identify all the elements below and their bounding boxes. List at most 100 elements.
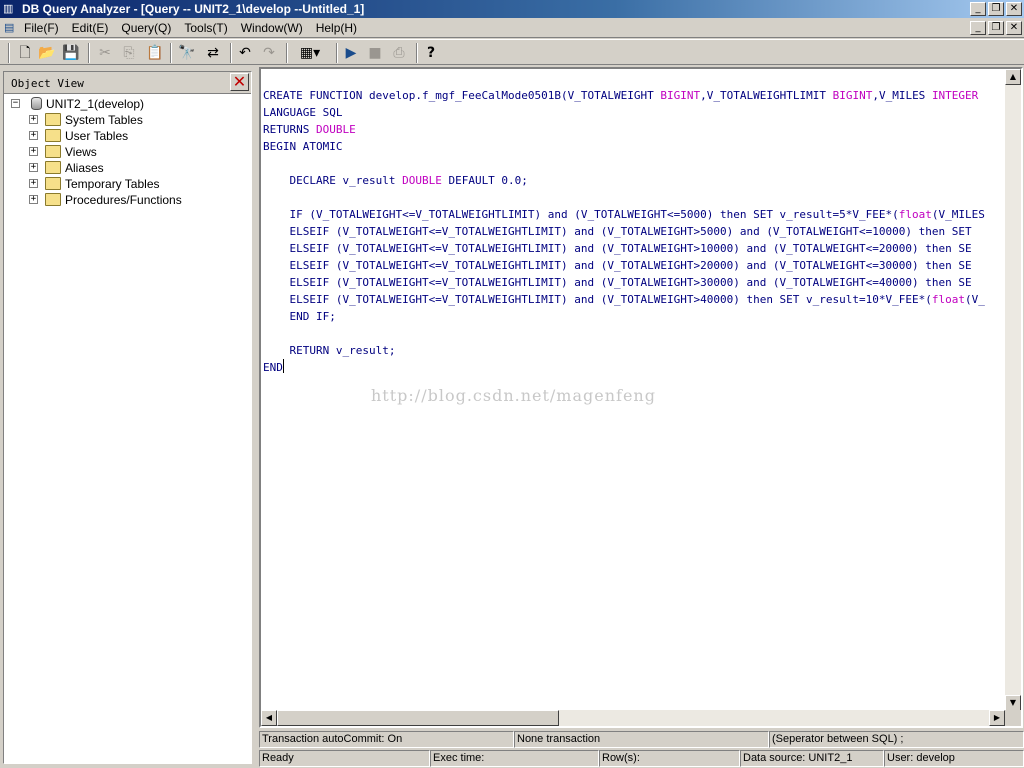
help-icon[interactable]: ? [420,42,442,64]
toolbar-separator [88,43,90,63]
sql-token: ,V_TOTALWEIGHTLIMIT [700,89,833,102]
horizontal-scrollbar[interactable]: ◀ ▶ [261,710,1005,726]
query-document-icon[interactable]: ▤ [4,21,18,35]
menu-help[interactable]: Help(H) [316,21,357,35]
close-panel-icon[interactable]: ✕ [230,73,249,91]
copy-icon[interactable]: ⎘ [118,42,140,64]
undo-icon[interactable]: ↶ [234,42,256,64]
object-view-panel: Object View ✕ − UNIT2_1(develop) + Syste… [3,71,252,764]
sql-token: IF (V_TOTALWEIGHT<=V_TOTALWEIGHTLIMIT) a… [263,208,899,221]
toolbar-separator [170,43,172,63]
sql-token: BEGIN ATOMIC [263,140,343,153]
menu-bar: ▤ File(F) Edit(E) Query(Q) Tools(T) Wind… [0,18,1024,38]
scroll-up-icon[interactable]: ▲ [1005,69,1021,85]
menu-edit[interactable]: Edit(E) [72,21,109,35]
scroll-right-icon[interactable]: ▶ [989,710,1005,726]
parse-icon[interactable]: ⎙ [388,42,410,64]
cut-icon[interactable]: ✂ [94,42,116,64]
expand-icon[interactable]: + [29,195,38,204]
transaction-status-bar: Transaction autoCommit: On None transact… [259,731,1024,749]
code-line: ELSEIF (V_TOTALWEIGHT<=V_TOTALWEIGHTLIMI… [263,240,1005,257]
replace-icon[interactable]: ⇄ [202,42,224,64]
code-line: LANGUAGE SQL [263,104,1005,121]
sql-token: DECLARE v_result [263,174,403,187]
save-icon[interactable]: 💾 [60,42,82,64]
code-line: RETURNS DOUBLE [263,121,1005,138]
open-folder-icon[interactable]: 📂 [36,42,58,64]
autocommit-status: Transaction autoCommit: On [259,731,514,748]
sql-token: ELSEIF (V_TOTALWEIGHT<=V_TOTALWEIGHTLIMI… [263,293,932,306]
sql-editor[interactable]: CREATE FUNCTION develop.f_mgf_FeeCalMode… [259,67,1023,728]
scroll-left-icon[interactable]: ◀ [261,710,277,726]
close-button[interactable]: ✕ [1006,2,1022,16]
restore-button[interactable]: ❐ [988,2,1004,16]
status-bar: Ready Exec time: Row(s): Data source: UN… [257,750,1024,768]
code-line: END [263,359,1005,376]
toolbar-separator [416,43,418,63]
sql-token: ELSEIF (V_TOTALWEIGHT<=V_TOTALWEIGHTLIMI… [263,225,972,238]
tree-item-label: System Tables [65,113,143,127]
code-line: CREATE FUNCTION develop.f_mgf_FeeCalMode… [263,87,1005,104]
menu-tools[interactable]: Tools(T) [184,21,227,35]
toolbar-separator [286,43,288,63]
folder-icon [45,113,61,126]
expand-icon[interactable]: + [29,163,38,172]
child-close-button[interactable]: ✕ [1006,21,1022,35]
sql-token: (V_MILES [931,208,985,221]
scroll-down-icon[interactable]: ▼ [1005,695,1021,711]
data-source-status: Data source: UNIT2_1 [740,750,884,767]
paste-icon[interactable]: 📋 [144,42,166,64]
user-status: User: develop [884,750,1024,767]
vertical-scrollbar[interactable]: ▲ ▼ [1005,69,1021,711]
stop-icon[interactable]: ■ [364,42,386,64]
sql-token: CREATE FUNCTION [263,89,369,102]
sql-token: ,V_MILES [872,89,932,102]
results-grid-icon[interactable]: ▦▾ [292,42,328,64]
code-line: DECLARE v_result DOUBLE DEFAULT 0.0; [263,172,1005,189]
code-line: ELSEIF (V_TOTALWEIGHT<=V_TOTALWEIGHTLIMI… [263,274,1005,291]
expand-icon[interactable]: + [29,131,38,140]
tree-item-label: Procedures/Functions [65,193,182,207]
code-line: BEGIN ATOMIC [263,138,1005,155]
execute-icon[interactable]: ▶ [340,42,362,64]
sql-token: END [263,361,283,374]
folder-icon [45,177,61,190]
code-line: ELSEIF (V_TOTALWEIGHT<=V_TOTALWEIGHTLIMI… [263,257,1005,274]
sql-type-token: DOUBLE [402,174,442,187]
horizontal-scroll-thumb[interactable] [277,710,559,726]
redo-icon[interactable]: ↷ [258,42,280,64]
object-view-header: Object View ✕ [4,72,251,94]
toolbar-separator [336,43,338,63]
sql-token: DEFAULT 0.0; [441,174,528,187]
sql-token: ELSEIF (V_TOTALWEIGHT<=V_TOTALWEIGHTLIMI… [263,242,972,255]
menu-file[interactable]: File(F) [24,21,59,35]
folder-icon [45,161,61,174]
expand-icon[interactable]: + [29,147,38,156]
db-query-analyzer-icon: ▥ [3,3,14,15]
find-icon[interactable]: 🔭 [176,42,198,64]
sql-token: LANGUAGE SQL [263,106,343,119]
scrollbar-corner [1005,710,1021,726]
object-view-title: Object View [11,77,84,90]
collapse-icon[interactable]: − [11,99,20,108]
code-line: ELSEIF (V_TOTALWEIGHT<=V_TOTALWEIGHTLIMI… [263,291,1005,308]
new-icon[interactable]: 🗋 [14,42,36,64]
database-icon [31,97,42,110]
menu-window[interactable]: Window(W) [241,21,303,35]
child-restore-button[interactable]: ❐ [988,21,1004,35]
folder-icon [45,193,61,206]
menu-query[interactable]: Query(Q) [121,21,171,35]
child-minimize-button[interactable]: _ [970,21,986,35]
watermark: http://blog.csdn.net/magenfeng [371,386,656,405]
transaction-status: None transaction [514,731,769,748]
tree-root-label: UNIT2_1(develop) [46,97,145,111]
sql-type-token: INTEGER [931,89,979,102]
ready-status: Ready [259,750,430,767]
sql-token: ELSEIF (V_TOTALWEIGHT<=V_TOTALWEIGHTLIMI… [263,276,972,289]
minimize-button[interactable]: _ [970,2,986,16]
expand-icon[interactable]: + [29,179,38,188]
sql-type-token: BIGINT [832,89,873,102]
expand-icon[interactable]: + [29,115,38,124]
